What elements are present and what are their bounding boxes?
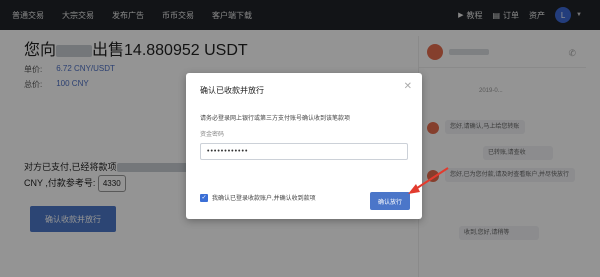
annotation-arrow-icon: [408, 167, 449, 194]
arrow-head: [408, 184, 420, 194]
arrow-line: [413, 167, 449, 191]
